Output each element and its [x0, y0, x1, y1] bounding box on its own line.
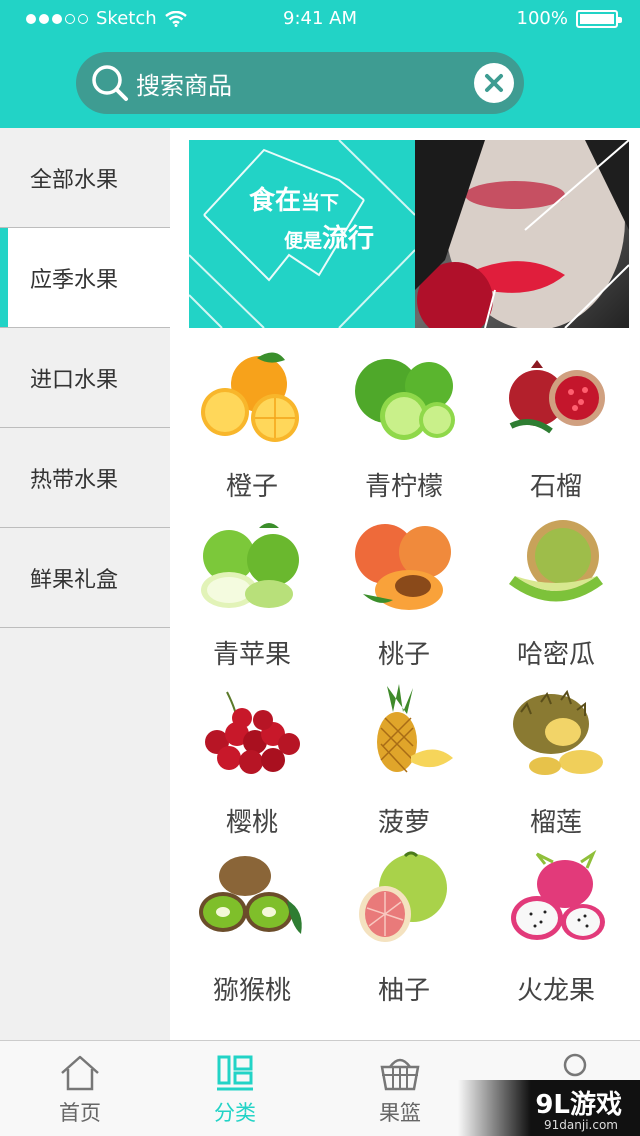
- banner-line-2: 便是流行: [284, 224, 375, 254]
- fruit-name: 石榴: [529, 472, 582, 502]
- fruit-name: 火龙果: [516, 976, 595, 1006]
- sidebar-item-label: 应季水果: [30, 267, 119, 293]
- header: Sketch 9:41 AM 100% 搜索商品: [0, 0, 640, 128]
- search-bar[interactable]: 搜索商品: [76, 52, 524, 114]
- watermark-logo: 9L游戏 91danji.com: [458, 1080, 640, 1136]
- fruit-name: 猕猴桃: [212, 976, 291, 1006]
- kiwi-image: [199, 856, 302, 934]
- basket-icon: [380, 1058, 420, 1091]
- fruit-item-cherry[interactable]: 樱桃: [174, 674, 330, 842]
- promo-banner[interactable]: 食在当下 便是流行: [189, 140, 629, 328]
- dragon-fruit-image: [511, 850, 605, 940]
- peach-image: [355, 524, 451, 610]
- pomegranate-image: [509, 360, 605, 434]
- category-sidebar: 全部水果 应季水果 进口水果 热带水果 鲜果礼盒: [0, 128, 170, 1040]
- sidebar-item-imported-fruits[interactable]: 进口水果: [0, 328, 170, 428]
- close-circle-icon[interactable]: [474, 63, 514, 103]
- fruit-name: 青柠檬: [364, 472, 443, 502]
- sidebar-item-label: 热带水果: [30, 467, 119, 493]
- banner-text-panel: 食在当下 便是流行: [189, 140, 415, 328]
- fruit-name: 橙子: [225, 472, 278, 502]
- tab-basket[interactable]: 果篮: [320, 1041, 480, 1136]
- fruit-name: 桃子: [377, 640, 430, 670]
- tab-label: 分类: [214, 1101, 256, 1125]
- tab-category[interactable]: 分类: [155, 1041, 315, 1136]
- status-right: 100%: [516, 8, 622, 29]
- fruit-name: 榴莲: [529, 808, 582, 838]
- watermark-text: 9L游戏: [535, 1090, 622, 1120]
- sidebar-item-label: 进口水果: [30, 367, 119, 393]
- cantaloupe-image: [509, 520, 603, 602]
- fruit-name: 柚子: [377, 976, 430, 1006]
- status-bar: Sketch 9:41 AM 100%: [0, 0, 640, 40]
- fruit-item-orange[interactable]: 橙子: [174, 338, 330, 506]
- fruit-item-durian[interactable]: 榴莲: [478, 674, 634, 842]
- fruit-name: 菠萝: [377, 808, 430, 838]
- fruit-item-pomelo[interactable]: 柚子: [326, 842, 482, 1010]
- battery-percent: 100%: [516, 8, 568, 29]
- home-icon: [61, 1055, 99, 1091]
- banner-line-1: 食在当下: [249, 186, 340, 216]
- pineapple-image: [377, 684, 453, 773]
- tab-home[interactable]: 首页: [0, 1041, 160, 1136]
- sidebar-item-all-fruits[interactable]: 全部水果: [0, 128, 170, 228]
- fruit-item-lime[interactable]: 青柠檬: [326, 338, 482, 506]
- search-icon[interactable]: [88, 61, 132, 105]
- fruit-item-pineapple[interactable]: 菠萝: [326, 674, 482, 842]
- sidebar-item-seasonal-fruits[interactable]: 应季水果: [0, 228, 170, 328]
- fruit-item-dragon-fruit[interactable]: 火龙果: [478, 842, 634, 1010]
- lime-image: [355, 359, 455, 440]
- sidebar-item-tropical-fruits[interactable]: 热带水果: [0, 428, 170, 528]
- cherry-image: [205, 691, 300, 774]
- sidebar-item-label: 全部水果: [30, 167, 119, 193]
- battery-icon: [576, 9, 622, 28]
- watermark-url: 91danji.com: [544, 1118, 618, 1132]
- fruit-name: 青苹果: [212, 640, 291, 670]
- sidebar-item-gift-box[interactable]: 鲜果礼盒: [0, 528, 170, 628]
- durian-image: [513, 689, 603, 775]
- tab-label: 首页: [59, 1101, 101, 1125]
- fruit-item-cantaloupe[interactable]: 哈密瓜: [478, 506, 634, 674]
- pomelo-image: [359, 851, 447, 942]
- fruit-name: 樱桃: [225, 808, 278, 838]
- fruit-item-peach[interactable]: 桃子: [326, 506, 482, 674]
- fruit-item-kiwi[interactable]: 猕猴桃: [174, 842, 330, 1010]
- fruit-item-pomegranate[interactable]: 石榴: [478, 338, 634, 506]
- sidebar-item-label: 鲜果礼盒: [30, 567, 119, 593]
- category-icon: [217, 1055, 253, 1091]
- fruit-name: 哈密瓜: [516, 640, 595, 670]
- banner-photo: [415, 140, 629, 328]
- tab-label: 果篮: [379, 1101, 421, 1125]
- search-input[interactable]: 搜索商品: [136, 66, 474, 101]
- orange-image: [201, 352, 299, 442]
- fruit-item-green-apple[interactable]: 青苹果: [174, 506, 330, 674]
- main-content: 食在当下 便是流行 橙子 青柠檬 石榴 青苹果 桃子 哈密瓜 樱桃 菠萝 榴莲 …: [170, 128, 640, 1040]
- green-apple-image: [201, 523, 299, 608]
